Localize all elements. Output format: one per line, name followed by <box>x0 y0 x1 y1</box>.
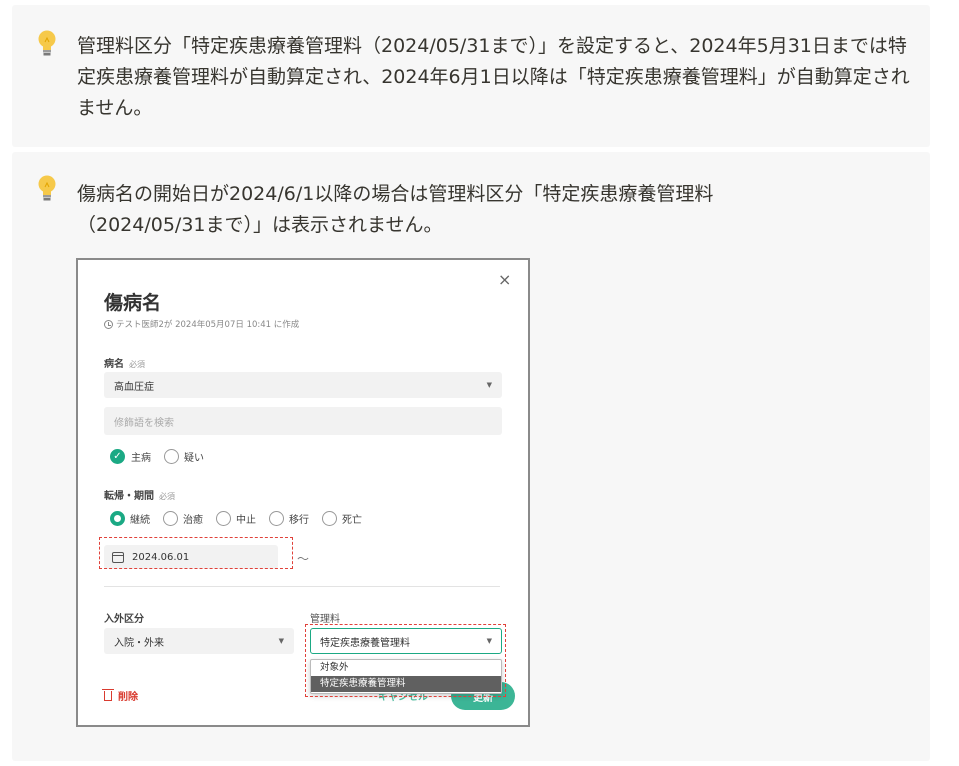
lightbulb-icon <box>38 30 56 56</box>
radio-selected-icon <box>110 511 125 526</box>
mgmt-option-specific-disease[interactable]: 特定疾患療養管理料 <box>311 676 501 692</box>
callout-text: 管理料区分「特定疾患療養管理料（2024/05/31まで）」を設定すると、202… <box>77 35 910 119</box>
disease-label-text: 病名 <box>104 359 124 370</box>
trash-icon <box>102 688 114 701</box>
radio-icon <box>322 511 337 526</box>
dialog-title: 傷病名 <box>104 292 162 314</box>
callout-tip-2: 傷病名の開始日が2024/6/1以降の場合は管理料区分「特定疾患療養管理料（20… <box>12 152 930 761</box>
suspect-label: 疑い <box>184 453 204 464</box>
main-disease-checkbox[interactable]: ✓ 主病 <box>110 449 151 464</box>
outcome-radio-transferred[interactable]: 移行 <box>269 511 309 526</box>
start-date-value: 2024.06.01 <box>132 551 190 563</box>
callout-text: 傷病名の開始日が2024/6/1以降の場合は管理料区分「特定疾患療養管理料（20… <box>77 183 714 236</box>
unchecked-circle-icon <box>164 449 179 464</box>
suspect-checkbox[interactable]: 疑い <box>164 449 204 464</box>
outcome-label: 転帰・期間 必須 <box>104 487 175 502</box>
modifier-search-input[interactable]: 修飾語を検索 <box>104 407 502 435</box>
outcome-radio-group: 継続 治癒 中止 移行 死亡 <box>110 511 375 526</box>
outcome-radio-continue[interactable]: 継続 <box>110 511 150 526</box>
disease-value: 高血圧症 <box>114 381 154 393</box>
start-date-input[interactable]: 2024.06.01 <box>104 545 278 569</box>
required-badge: 必須 <box>159 492 175 501</box>
disease-label: 病名 必須 <box>104 355 145 370</box>
radio-icon <box>269 511 284 526</box>
outcome-radio-cured[interactable]: 治癒 <box>163 511 203 526</box>
chevron-down-icon: ▼ <box>486 637 492 645</box>
required-badge: 必須 <box>129 360 145 369</box>
outcome-option-label: 治癒 <box>183 515 203 526</box>
created-meta: テスト医師2が 2024年05月07日 10:41 に作成 <box>104 318 299 330</box>
mgmt-label: 管理料 <box>310 614 340 625</box>
mgmt-dropdown-menu: 対象外 特定疾患療養管理料 <box>310 659 502 694</box>
outcome-option-label: 移行 <box>289 515 309 526</box>
delete-label: 削除 <box>118 692 138 703</box>
lightbulb-icon <box>38 175 56 201</box>
radio-icon <box>216 511 231 526</box>
outcome-radio-death[interactable]: 死亡 <box>322 511 362 526</box>
outcome-option-label: 死亡 <box>342 515 362 526</box>
outcome-option-label: 中止 <box>236 515 256 526</box>
diagnosis-flags: ✓ 主病 疑い <box>110 449 217 464</box>
chevron-down-icon: ▼ <box>486 381 492 389</box>
disease-select[interactable]: 高血圧症 ▼ <box>104 372 502 398</box>
date-range-tilde: 〜 <box>297 552 310 566</box>
outcome-label-text: 転帰・期間 <box>104 491 154 502</box>
main-disease-label: 主病 <box>131 453 151 464</box>
mgmt-select[interactable]: 特定疾患療養管理料 ▼ <box>310 628 502 654</box>
close-icon[interactable]: × <box>498 270 511 289</box>
outcome-radio-stopped[interactable]: 中止 <box>216 511 256 526</box>
inout-select[interactable]: 入院・外来 ▼ <box>104 628 294 654</box>
history-icon <box>104 319 113 329</box>
modifier-placeholder: 修飾語を検索 <box>114 417 174 429</box>
calendar-icon <box>112 551 124 563</box>
mgmt-option-none[interactable]: 対象外 <box>311 660 501 676</box>
created-meta-text: テスト医師2が 2024年05月07日 10:41 に作成 <box>116 320 300 330</box>
delete-button[interactable]: 削除 <box>102 688 138 703</box>
inout-value: 入院・外来 <box>114 637 164 649</box>
section-divider <box>104 586 500 587</box>
callout-tip-1: 管理料区分「特定疾患療養管理料（2024/05/31まで）」を設定すると、202… <box>12 5 930 147</box>
check-icon: ✓ <box>110 449 125 464</box>
mgmt-value: 特定疾患療養管理料 <box>320 637 410 649</box>
chevron-down-icon: ▼ <box>278 637 284 645</box>
disease-dialog-screenshot: × 傷病名 テスト医師2が 2024年05月07日 10:41 に作成 病名 必須… <box>76 258 530 727</box>
inout-label: 入外区分 <box>104 614 144 625</box>
radio-icon <box>163 511 178 526</box>
outcome-option-label: 継続 <box>130 515 150 526</box>
